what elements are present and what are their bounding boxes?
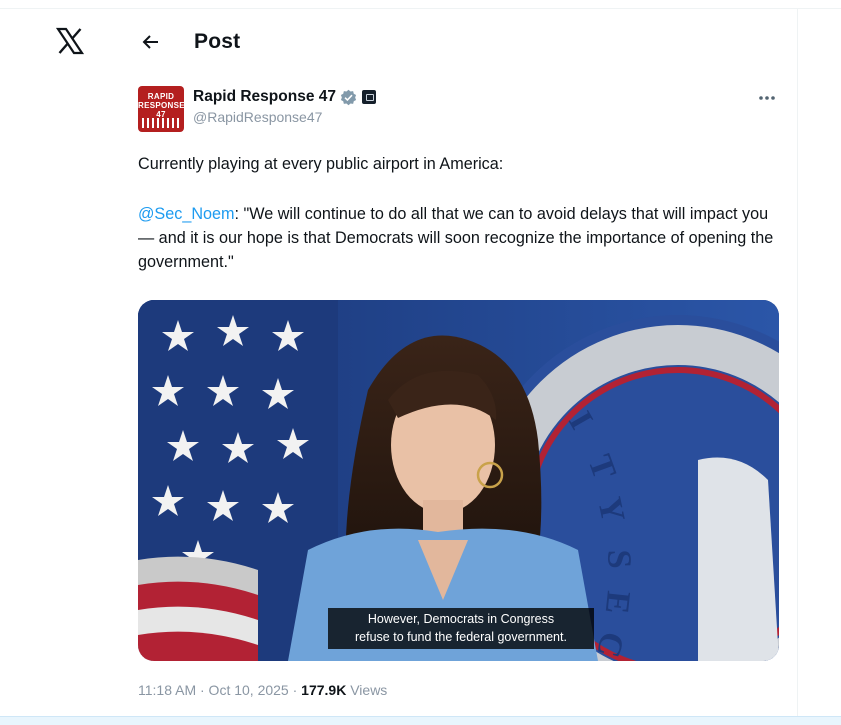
svg-text:E: E [598,589,637,615]
post-meta: 11:18 AM · Oct 10, 2025 · 177.9K Views [138,682,387,698]
views-label: Views [346,682,388,698]
page-title: Post [194,30,241,53]
affiliate-badge-icon[interactable] [362,90,376,104]
caption-line2: refuse to fund the federal government. [355,630,567,644]
avatar-logo: RAPID RESPONSE 47 [138,92,184,119]
author-handle[interactable]: @RapidResponse47 [193,109,376,125]
video-player[interactable]: I T Y S E C However, Democrats in Congre… [138,300,779,661]
caption-line1: However, Democrats in Congress [367,612,555,626]
views-count: 177.9K [301,682,347,698]
mention-link[interactable]: @Sec_Noem [138,205,235,223]
post-header: Post [136,22,240,62]
x-logo-icon[interactable] [55,26,85,56]
post-text-line1: Currently playing at every public airpor… [138,155,504,173]
video-caption: However, Democrats in Congress refuse to… [328,608,594,649]
post-timestamp[interactable]: 11:18 AM · Oct 10, 2025 [138,682,289,698]
verified-badge-icon[interactable] [340,89,357,106]
video-frame: I T Y S E C [138,300,779,661]
column-divider [797,8,798,720]
author-avatar[interactable]: RAPID RESPONSE 47 [138,86,184,132]
more-horizontal-icon [759,96,775,100]
top-divider [0,8,841,9]
meta-separator: · [288,682,302,698]
arrow-left-icon [142,35,158,49]
svg-text:S: S [600,549,638,569]
more-options-button[interactable] [757,86,777,107]
post-text: Currently playing at every public airpor… [138,152,788,274]
author-name[interactable]: Rapid Response 47 [193,88,336,106]
avatar-stripes [142,118,180,128]
post-quote: @Sec_Noem: "We will continue to do all t… [138,202,788,274]
back-button[interactable] [136,27,166,57]
author-block: Rapid Response 47 @RapidResponse47 [193,86,376,125]
